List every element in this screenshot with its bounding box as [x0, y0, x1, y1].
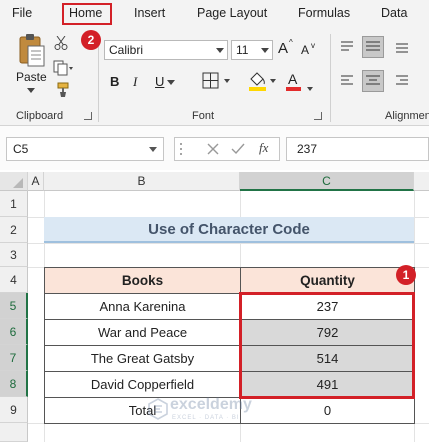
row-header-1[interactable]: 1 — [0, 191, 28, 217]
menu-bar: File Home Insert Page Layout Formulas Da… — [0, 0, 429, 28]
align-center-button[interactable] — [362, 70, 384, 92]
name-box-value: C5 — [13, 142, 29, 156]
header-quantity[interactable]: Quantity — [240, 267, 415, 294]
row-header-4[interactable]: 4 — [0, 267, 28, 293]
row-header-2[interactable]: 2 — [0, 217, 28, 243]
sheet-title[interactable]: Use of Character Code — [44, 217, 414, 243]
enter-check-icon[interactable] — [231, 143, 245, 155]
font-color-icon[interactable] — [286, 87, 316, 93]
menu-data[interactable]: Data — [381, 6, 407, 20]
align-bottom-icon[interactable] — [395, 40, 409, 54]
font-size-combo[interactable]: 11 — [231, 40, 273, 60]
book-cell[interactable]: War and Peace — [44, 319, 241, 346]
table-header-row: Books Quantity — [44, 267, 415, 294]
align-middle-button[interactable] — [362, 36, 384, 58]
align-top-icon[interactable] — [340, 40, 354, 54]
column-header-d[interactable] — [414, 172, 429, 191]
chevron-down-icon — [216, 48, 224, 53]
book-cell[interactable]: Anna Karenina — [44, 293, 241, 320]
underline-dropdown-icon[interactable] — [167, 80, 175, 86]
book-cell[interactable]: The Great Gatsby — [44, 345, 241, 372]
borders-icon[interactable] — [202, 72, 232, 90]
align-middle-icon — [366, 41, 380, 51]
group-divider — [330, 34, 331, 122]
column-header-c[interactable]: C — [240, 172, 414, 191]
chevron-down-icon — [149, 147, 157, 152]
ribbon: Paste Clipboard Calibri 11 A ^ A v B I U — [0, 28, 429, 126]
font-launcher-icon[interactable] — [314, 112, 322, 120]
step-badge-2: 2 — [81, 30, 101, 50]
insert-function-button[interactable]: fx — [259, 140, 268, 156]
step-badge-1: 1 — [396, 265, 416, 285]
column-header-b[interactable]: B — [44, 172, 240, 191]
cancel-icon[interactable] — [207, 143, 219, 155]
clipboard-group-label: Clipboard — [16, 110, 64, 122]
menu-formulas[interactable]: Formulas — [298, 6, 350, 20]
watermark-tagline: EXCEL · DATA · BI — [172, 415, 240, 421]
drag-handle-icon[interactable] — [179, 141, 183, 157]
fill-color-icon[interactable] — [248, 70, 278, 92]
row-header-10[interactable] — [0, 423, 28, 442]
align-left-icon[interactable] — [340, 74, 354, 88]
alignment-group-label: Alignmen — [385, 110, 429, 122]
align-right-icon[interactable] — [395, 74, 409, 88]
formula-input[interactable]: 237 — [286, 137, 429, 161]
font-name-combo[interactable]: Calibri — [104, 40, 228, 60]
row-header-7[interactable]: 7 — [0, 345, 28, 371]
font-group-label: Font — [192, 110, 215, 122]
watermark: exceldemy EXCEL · DATA · BI — [148, 396, 308, 426]
shrink-font-caret-icon: v — [311, 41, 315, 50]
formula-bar: C5 fx 237 — [0, 126, 429, 170]
underline-button[interactable]: U — [155, 74, 164, 89]
font-name-value: Calibri — [109, 43, 144, 57]
menu-page-layout[interactable]: Page Layout — [197, 6, 267, 20]
name-box[interactable]: C5 — [6, 137, 164, 161]
book-cell[interactable]: David Copperfield — [44, 371, 241, 398]
format-painter-icon[interactable] — [54, 82, 70, 98]
row-header-6[interactable]: 6 — [0, 319, 28, 345]
paste-dropdown-icon[interactable] — [27, 88, 35, 94]
font-size-value: 11 — [236, 43, 249, 57]
italic-button[interactable]: I — [133, 74, 137, 90]
paste-button[interactable]: Paste — [16, 70, 47, 84]
chevron-down-icon — [261, 48, 269, 53]
menu-insert[interactable]: Insert — [134, 6, 165, 20]
row-header-8[interactable]: 8 — [0, 371, 28, 397]
row-header-5[interactable]: 5 — [0, 293, 28, 319]
exceldemy-logo-icon — [148, 398, 168, 420]
paste-icon[interactable] — [16, 32, 46, 68]
shrink-font-button[interactable]: A — [301, 43, 309, 57]
column-header-a[interactable]: A — [28, 172, 44, 191]
align-center-icon — [366, 75, 380, 85]
watermark-name: exceldemy — [170, 396, 252, 413]
grow-font-caret-icon: ^ — [289, 38, 293, 47]
row-header-3[interactable]: 3 — [0, 243, 28, 267]
bold-button[interactable]: B — [110, 74, 119, 89]
group-divider — [98, 34, 99, 122]
home-highlight-box — [62, 3, 112, 25]
select-all-corner[interactable] — [0, 172, 28, 191]
menu-file[interactable]: File — [12, 6, 32, 20]
cut-icon[interactable] — [54, 36, 68, 50]
header-books[interactable]: Books — [44, 267, 241, 294]
row-header-9[interactable]: 9 — [0, 397, 28, 423]
formula-buttons: fx — [174, 137, 280, 161]
copy-icon[interactable] — [53, 60, 73, 76]
font-color-button[interactable]: A — [288, 71, 297, 87]
gridline — [28, 243, 429, 244]
selection-highlight-box — [239, 292, 415, 399]
select-all-icon — [12, 178, 23, 188]
grow-font-button[interactable]: A — [278, 40, 288, 57]
clipboard-launcher-icon[interactable] — [84, 112, 92, 120]
